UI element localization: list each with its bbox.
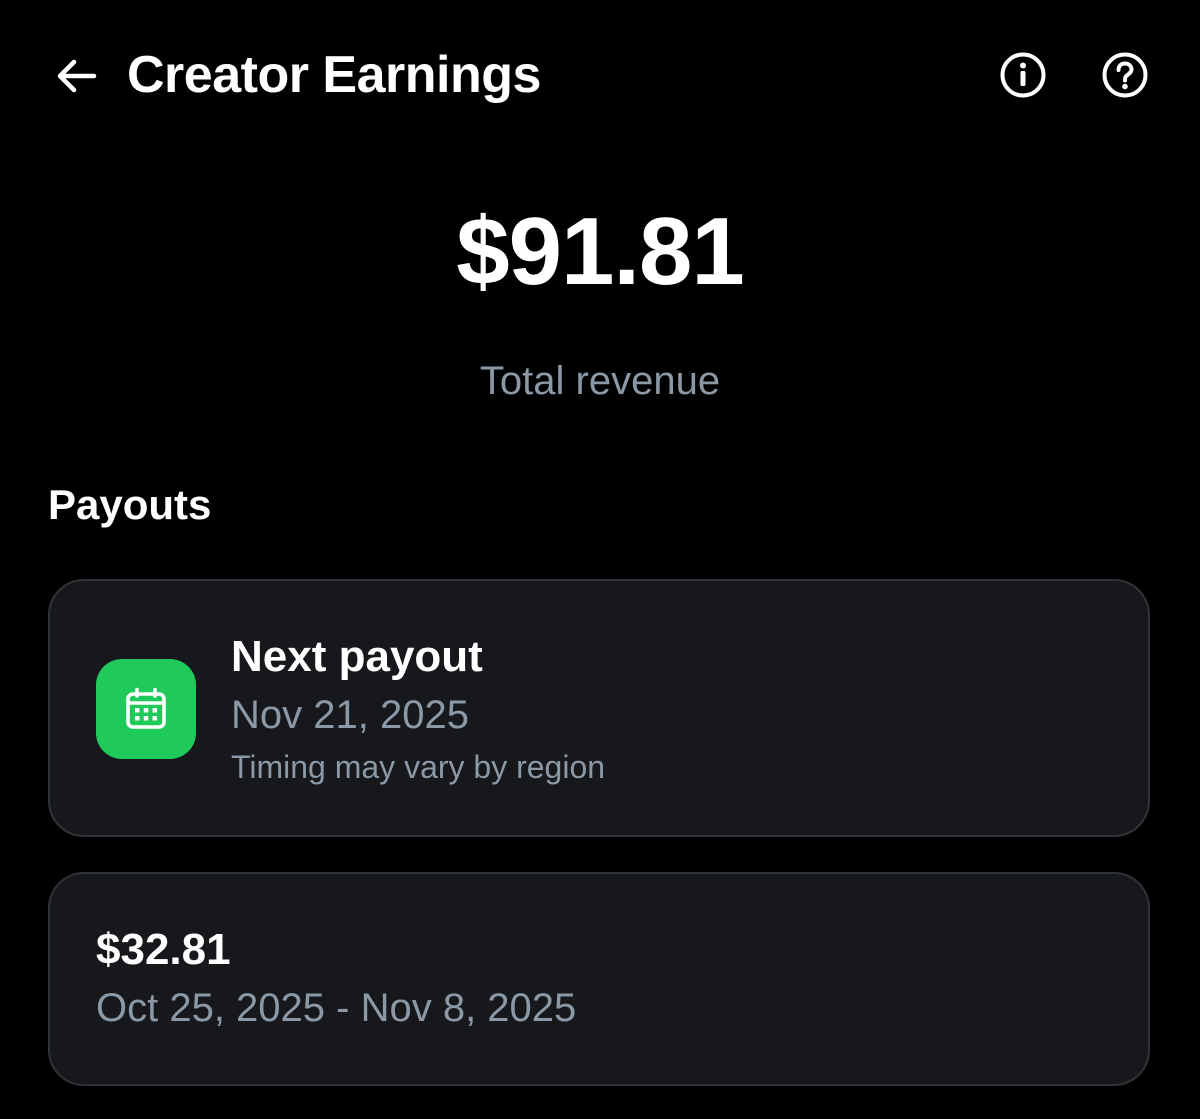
next-payout-note: Timing may vary by region bbox=[231, 749, 606, 785]
back-button[interactable] bbox=[48, 48, 104, 104]
help-button[interactable] bbox=[1100, 50, 1150, 100]
next-payout-card: Next payout Nov 21, 2025 Timing may vary… bbox=[48, 579, 1150, 837]
info-circle-icon bbox=[1000, 52, 1046, 98]
top-bar: Creator Earnings bbox=[0, 0, 1200, 150]
calendar-badge bbox=[96, 659, 196, 759]
total-revenue-label: Total revenue bbox=[479, 359, 721, 403]
calendar-icon bbox=[126, 687, 166, 729]
total-revenue-amount: $91.81 bbox=[456, 198, 745, 305]
page-title: Creator Earnings bbox=[127, 46, 541, 104]
payout-date-range: Oct 25, 2025 - Nov 8, 2025 bbox=[96, 986, 577, 1030]
question-circle-icon bbox=[1102, 52, 1148, 98]
payouts-section-title: Payouts bbox=[48, 481, 212, 528]
payout-amount: $32.81 bbox=[96, 925, 231, 974]
arrow-left-icon bbox=[57, 59, 97, 93]
info-button[interactable] bbox=[998, 50, 1048, 100]
next-payout-date: Nov 21, 2025 bbox=[231, 693, 469, 737]
next-payout-title: Next payout bbox=[231, 632, 483, 681]
payout-history-item[interactable]: $32.81 Oct 25, 2025 - Nov 8, 2025 bbox=[48, 872, 1150, 1086]
